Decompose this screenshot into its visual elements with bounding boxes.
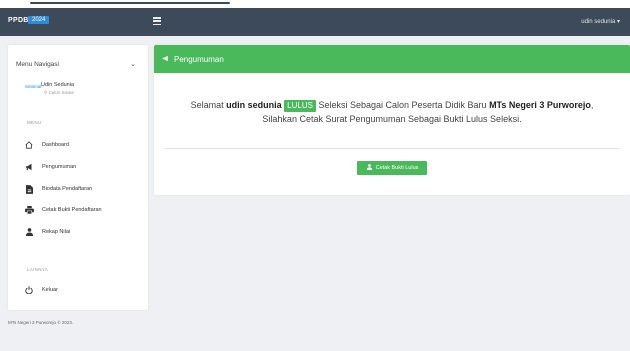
sidebar-item-label: Biodata Pendaftaran	[42, 186, 93, 192]
sidebar-item-label: Cetak Bukti Pendaftaran	[42, 207, 102, 213]
status-dot-icon: ⚲	[44, 90, 48, 95]
sidebar-item-label: Rekap Nilai	[42, 229, 71, 235]
home-icon	[24, 141, 34, 149]
sidebar-item-cetak-bukti[interactable]: Cetak Bukti Pendaftaran	[24, 203, 102, 217]
user-menu[interactable]: udin sedunia ▾	[581, 18, 620, 25]
card-header: Pengumuman	[154, 45, 630, 73]
announcement-card: Pengumuman Selamat udin sedunia LULUS Se…	[154, 45, 630, 195]
top-strip-line	[30, 2, 230, 4]
divider	[164, 148, 620, 149]
sidebar-item-label: Pengumuman	[42, 164, 77, 170]
print-icon	[24, 206, 34, 214]
bullhorn-icon	[162, 55, 170, 64]
user-status: ⚲ Calon Siswa	[44, 90, 74, 95]
top-strip	[0, 0, 630, 8]
menu-navigation-title: Menu Navigasi	[16, 61, 59, 68]
topbar: PPDB 2024 udin sedunia ▾	[0, 8, 630, 36]
file-icon	[24, 184, 34, 194]
sidebar: Menu Navigasi ⌄ Selamat Udin Sedunia ⚲ C…	[8, 45, 148, 310]
sidebar-item-label: Keluar	[42, 287, 58, 293]
sidebar-item-dashboard[interactable]: Dashboard	[24, 138, 69, 152]
announcement-line-1: Selamat udin sedunia LULUS Seleksi Sebag…	[190, 100, 594, 112]
school-name: MTs Negeri 3 Purworejo	[489, 100, 591, 110]
user-group-icon	[24, 228, 34, 236]
user-tag: Selamat	[25, 84, 42, 89]
announcement-line-2: Silahkan Cetak Surat Pengumuman Sebagai …	[262, 114, 522, 124]
sidebar-item-label: Dashboard	[42, 142, 69, 148]
bullhorn-icon	[24, 163, 34, 171]
sidebar-item-rekap-nilai[interactable]: Rekap Nilai	[24, 225, 70, 239]
announcement-message: Selamat udin sedunia LULUS Seleksi Sebag…	[154, 73, 630, 126]
brand-logo[interactable]: PPDB	[8, 17, 29, 24]
status-badge: LULUS	[284, 100, 316, 112]
sidebar-item-biodata[interactable]: Biodata Pendaftaran	[24, 182, 92, 196]
brand-badge: 2024	[28, 16, 50, 24]
card-title: Pengumuman	[174, 54, 224, 64]
hamburger-menu-icon[interactable]	[153, 17, 161, 25]
sidebar-item-keluar[interactable]: Keluar	[24, 283, 58, 297]
user-name: Udin Sedunia	[41, 82, 75, 88]
print-proof-button[interactable]: Cetak Bukti Lulus	[357, 161, 427, 175]
print-proof-button-label: Cetak Bukti Lulus	[375, 165, 419, 171]
student-name: udin sedunia	[226, 100, 282, 110]
footer-text: MTs Negeri 3 Purworejo © 2023.	[8, 320, 74, 325]
section-label-lainnya: LAINNYA	[27, 267, 49, 272]
sidebar-item-pengumuman[interactable]: Pengumuman	[24, 160, 76, 174]
section-label-menu: MENU	[27, 120, 42, 125]
user-group-icon	[366, 164, 373, 172]
power-icon	[24, 286, 34, 294]
chevron-down-icon[interactable]: ⌄	[130, 60, 136, 68]
